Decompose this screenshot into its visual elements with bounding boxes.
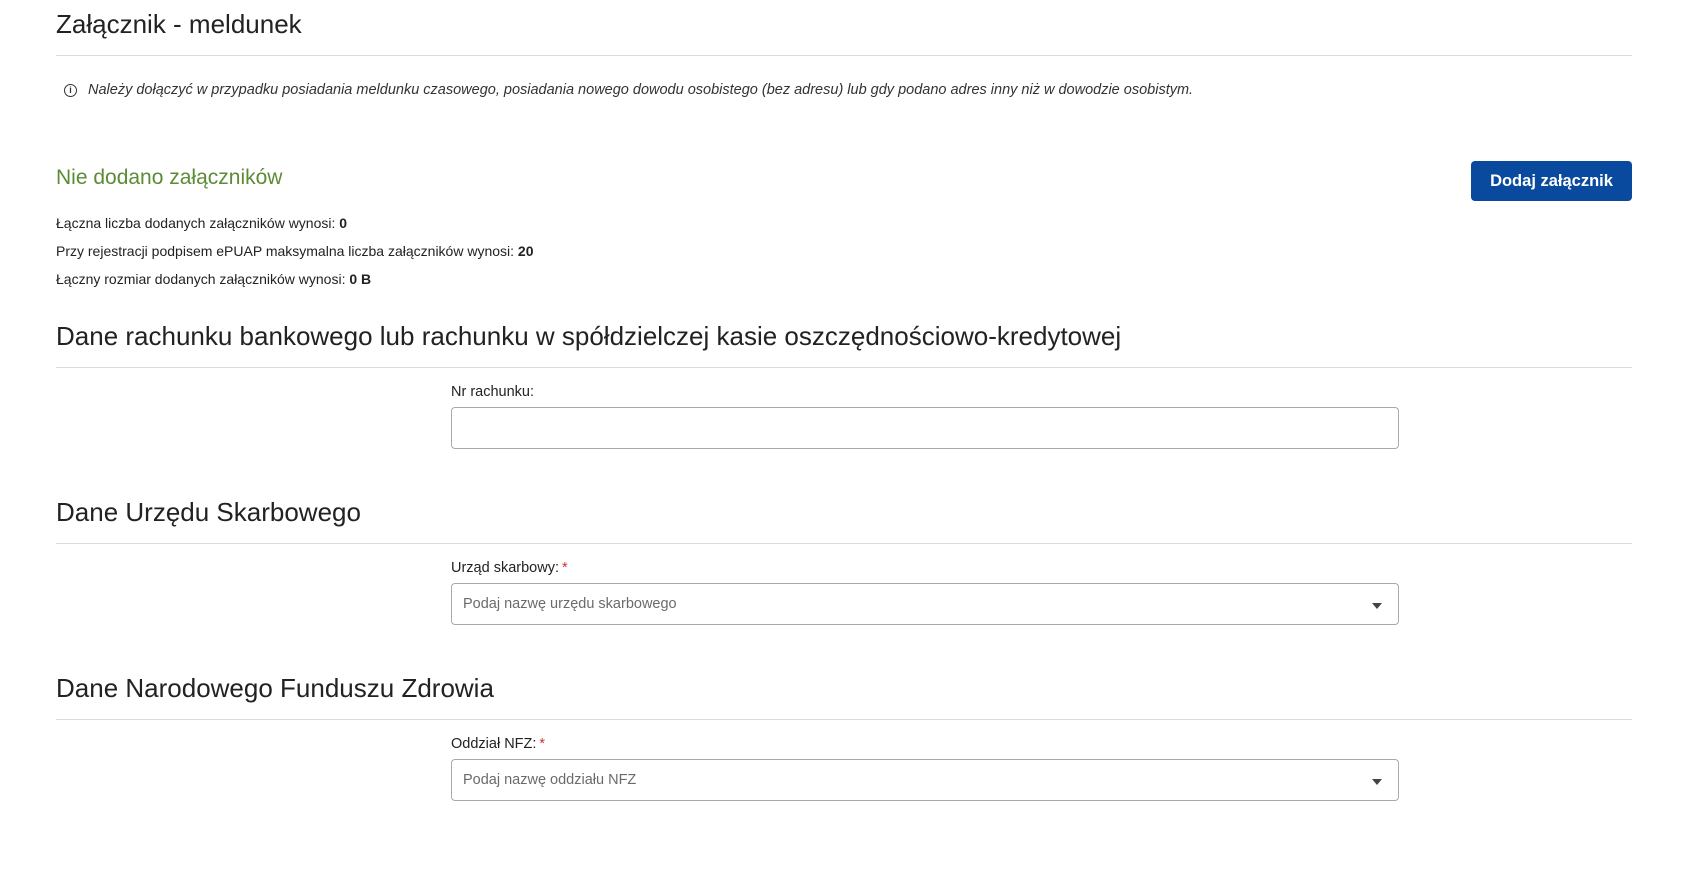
account-number-label: Nr rachunku: [451,384,535,400]
stat-total-count: Łączna liczba dodanych załączników wynos… [56,215,347,231]
stat-total-count-label: Łączna liczba dodanych załączników wynos… [56,215,336,231]
caret-down-icon[interactable] [1372,603,1382,609]
tax-office-section-title: Dane Urzędu Skarbowego [56,497,361,527]
nfz-section-title: Dane Narodowego Funduszu Zdrowia [56,673,494,703]
tax-office-label-text: Urząd skarbowy: [451,560,559,576]
bank-section-title: Dane rachunku bankowego lub rachunku w s… [56,321,1122,351]
stat-total-count-value: 0 [339,215,348,231]
stat-total-size-label: Łączny rozmiar dodanych załączników wyno… [56,271,346,287]
stat-max-count-label: Przy rejestracji podpisem ePUAP maksymal… [56,243,515,259]
stat-total-size-value: 0 B [349,271,372,287]
nfz-branch-label-text: Oddział NFZ: [451,736,537,752]
stat-total-size: Łączny rozmiar dodanych załączników wyno… [56,271,371,287]
tax-office-field: Urząd skarbowy: * Podaj nazwę urzędu skar… [451,560,1399,625]
nfz-branch-select[interactable]: Podaj nazwę oddziału NFZ [451,759,1399,801]
nfz-branch-placeholder: Podaj nazwę oddziału NFZ [463,772,637,788]
nfz-branch-label: Oddział NFZ: * [451,736,1399,752]
no-attachments-status: Nie dodano załączników [56,166,283,189]
tax-office-placeholder: Podaj nazwę urzędu skarbowego [463,596,677,612]
divider [56,543,1632,544]
nfz-branch-field: Oddział NFZ: * Podaj nazwę oddziału NFZ [451,736,1399,801]
info-note: i Należy dołączyć w przypadku posiadania… [64,82,1193,98]
required-marker: * [539,736,546,752]
attachment-section-title: Załącznik - meldunek [56,9,302,39]
stat-max-count-value: 20 [517,243,534,259]
divider [56,367,1632,368]
required-marker: * [561,560,568,576]
divider [56,55,1632,56]
form-page: Załącznik - meldunek i Należy dołączyć w… [56,0,1632,882]
tax-office-label: Urząd skarbowy: * [451,560,1399,576]
info-note-text: Należy dołączyć w przypadku posiadania m… [88,82,1194,98]
account-number-input[interactable] [451,407,1399,449]
caret-down-icon[interactable] [1372,779,1382,785]
account-number-field: Nr rachunku: [451,384,1399,449]
tax-office-select[interactable]: Podaj nazwę urzędu skarbowego [451,583,1399,625]
divider [56,719,1632,720]
info-circle-icon: i [64,83,77,97]
add-attachment-button[interactable]: Dodaj załącznik [1471,161,1632,201]
stat-max-count: Przy rejestracji podpisem ePUAP maksymal… [56,243,534,259]
